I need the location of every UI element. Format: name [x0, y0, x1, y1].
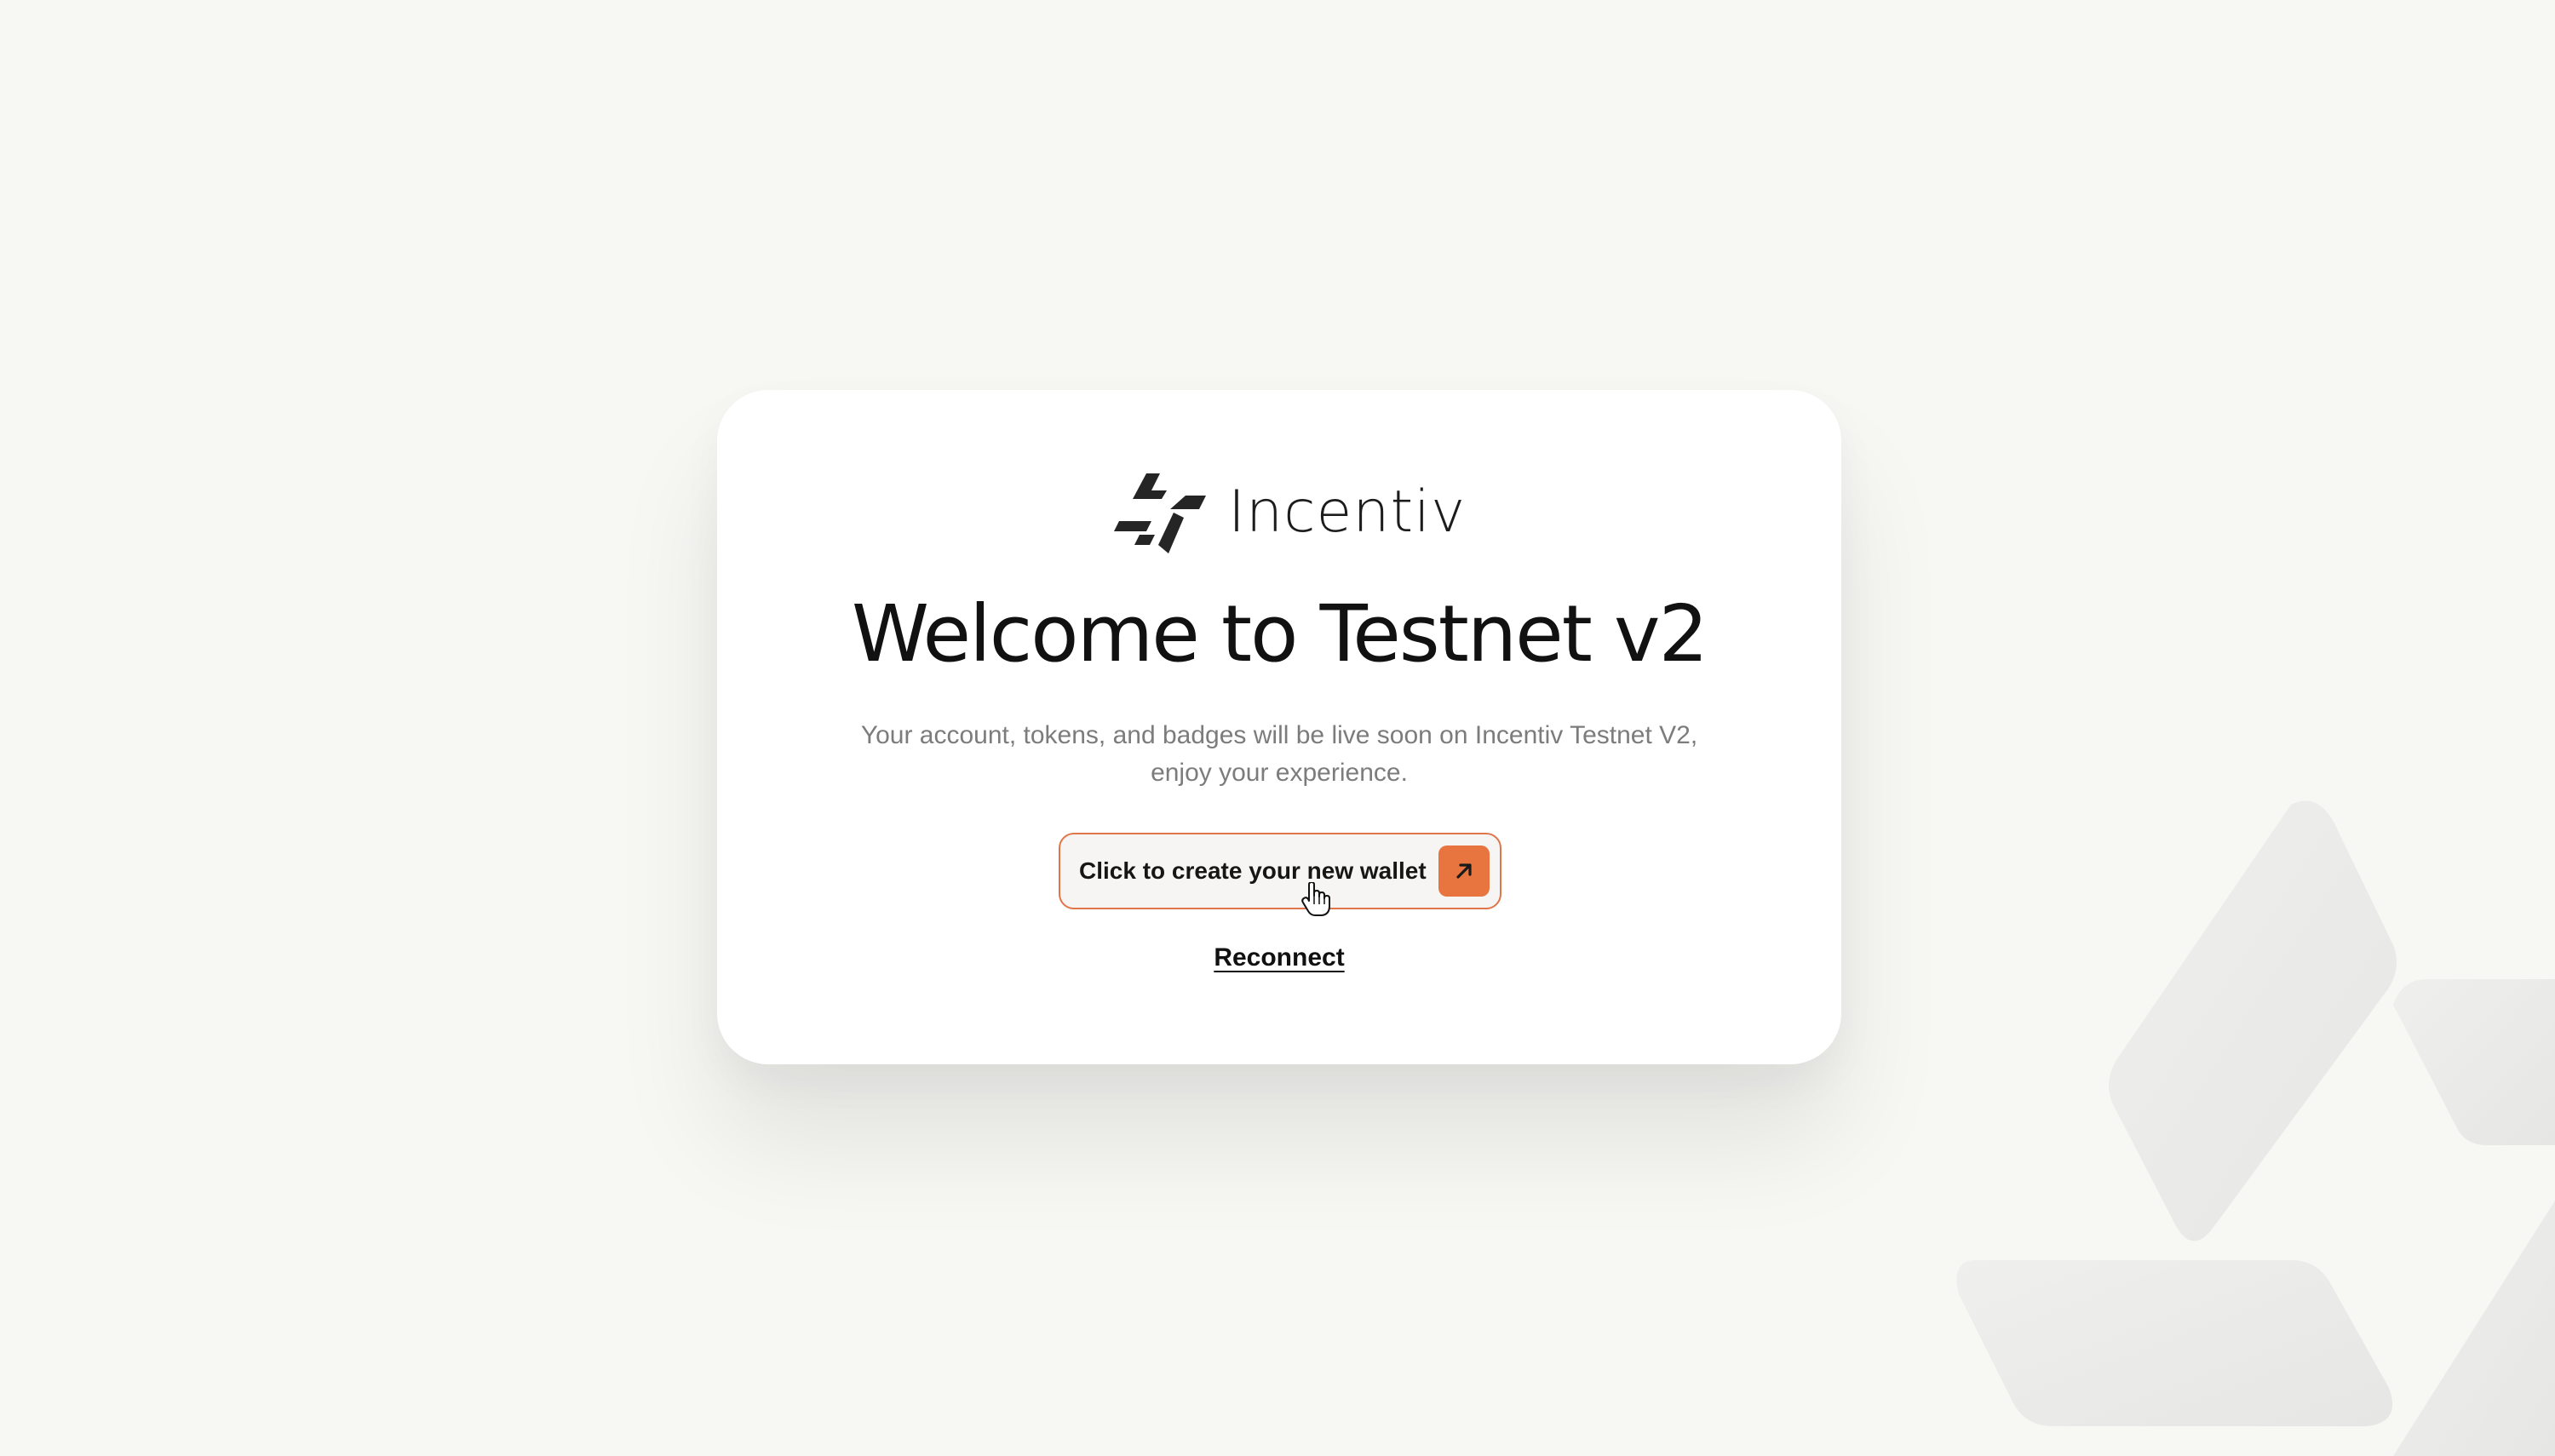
create-wallet-button[interactable]: Click to create your new wallet — [1059, 833, 1501, 909]
welcome-description: Your account, tokens, and badges will be… — [853, 717, 1705, 792]
welcome-description-line-2: enjoy your experience. — [1151, 759, 1408, 787]
page-title: Welcome to Testnet v2 — [851, 588, 1708, 679]
background-shape-corner — [2393, 1201, 2555, 1456]
brand-logo: Incentiv — [1114, 472, 1466, 557]
welcome-description-line-1: Your account, tokens, and badges will be… — [860, 721, 1698, 749]
create-wallet-button-label: Click to create your new wallet — [1079, 857, 1427, 884]
reconnect-link-container: Reconnect — [717, 943, 1841, 972]
incentiv-logo-icon — [1114, 473, 1206, 553]
arrow-up-right-icon — [1438, 846, 1490, 897]
welcome-card: Incentiv Welcome to Testnet v2 Your acco… — [717, 390, 1841, 1064]
background-shape-diamond — [2109, 800, 2397, 1241]
reconnect-link[interactable]: Reconnect — [1214, 943, 1344, 972]
brand-name: Incentiv — [1228, 479, 1467, 546]
background-shape-bottom — [1956, 1260, 2393, 1426]
background-shape-right — [2393, 979, 2555, 1145]
